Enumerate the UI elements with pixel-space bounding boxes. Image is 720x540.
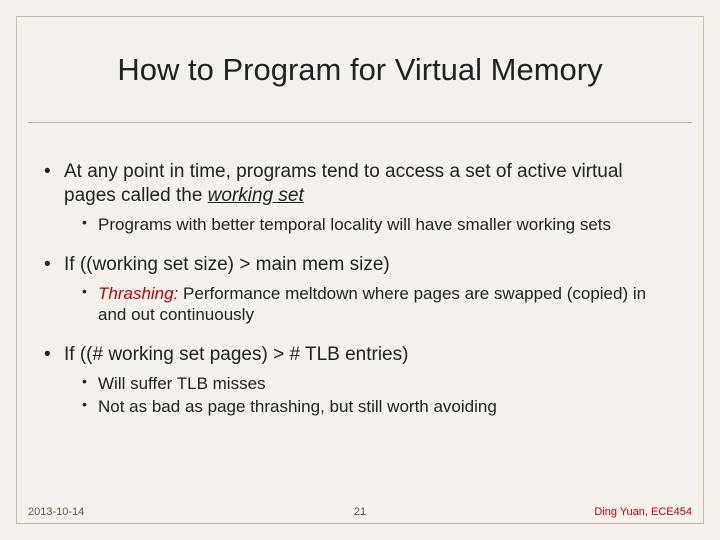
bullet-3-text: If ((# working set pages) > # TLB entrie… (64, 344, 408, 365)
bullet-1-1: Programs with better temporal locality w… (64, 214, 676, 235)
slide-title: How to Program for Virtual Memory (0, 52, 720, 88)
title-divider (28, 122, 692, 123)
bullet-3-1: Will suffer TLB misses (64, 373, 676, 394)
footer-author: Ding Yuan, ECE454 (594, 506, 692, 518)
bullet-2-text: If ((working set size) > main mem size) (64, 254, 390, 275)
footer-date: 2013-10-14 (28, 506, 84, 518)
bullet-1-text: At any point in time, programs tend to a… (64, 161, 623, 206)
bullet-2-1: Thrashing: Performance meltdown where pa… (64, 283, 676, 326)
bullet-2: If ((working set size) > main mem size) … (44, 253, 676, 325)
footer-page: 21 (354, 506, 366, 518)
bullet-2-1-rest: Performance meltdown where pages are swa… (98, 284, 646, 324)
bullet-2-1-emphasis: Thrashing: (98, 284, 178, 303)
bullet-1: At any point in time, programs tend to a… (44, 160, 676, 235)
slide-content: At any point in time, programs tend to a… (44, 160, 676, 435)
bullet-3-2: Not as bad as page thrashing, but still … (64, 396, 676, 417)
footer: 2013-10-14 21 Ding Yuan, ECE454 (28, 506, 692, 518)
bullet-3: If ((# working set pages) > # TLB entrie… (44, 343, 676, 417)
bullet-1-emphasis: working set (208, 185, 304, 206)
